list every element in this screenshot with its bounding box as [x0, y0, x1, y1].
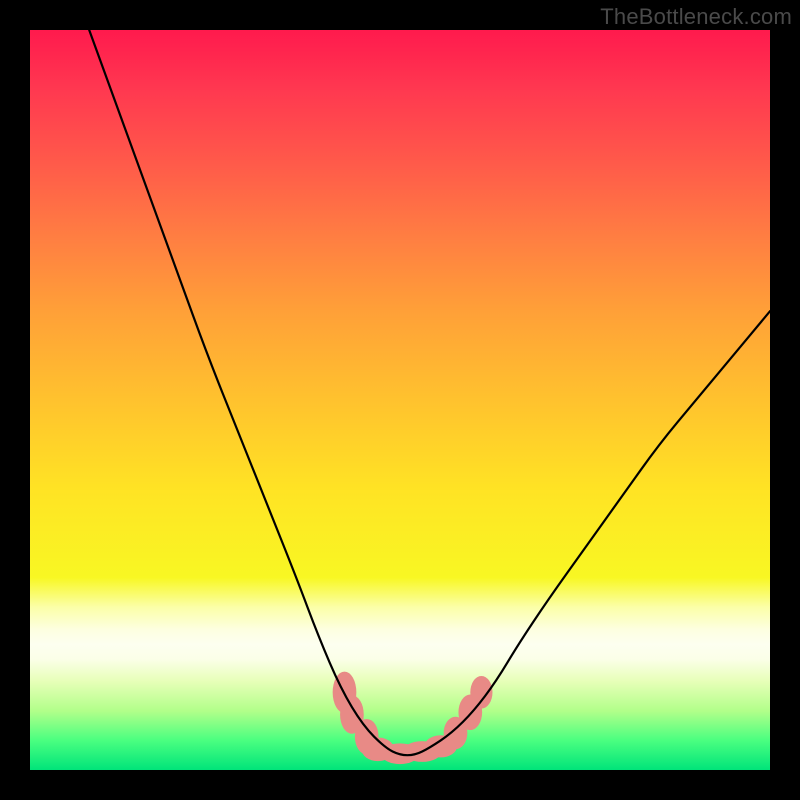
marker-layer: [333, 672, 493, 764]
watermark-text: TheBottleneck.com: [600, 4, 792, 30]
bottleneck-curve: [89, 30, 770, 755]
plot-area: [30, 30, 770, 770]
chart-frame: TheBottleneck.com: [0, 0, 800, 800]
chart-svg: [30, 30, 770, 770]
